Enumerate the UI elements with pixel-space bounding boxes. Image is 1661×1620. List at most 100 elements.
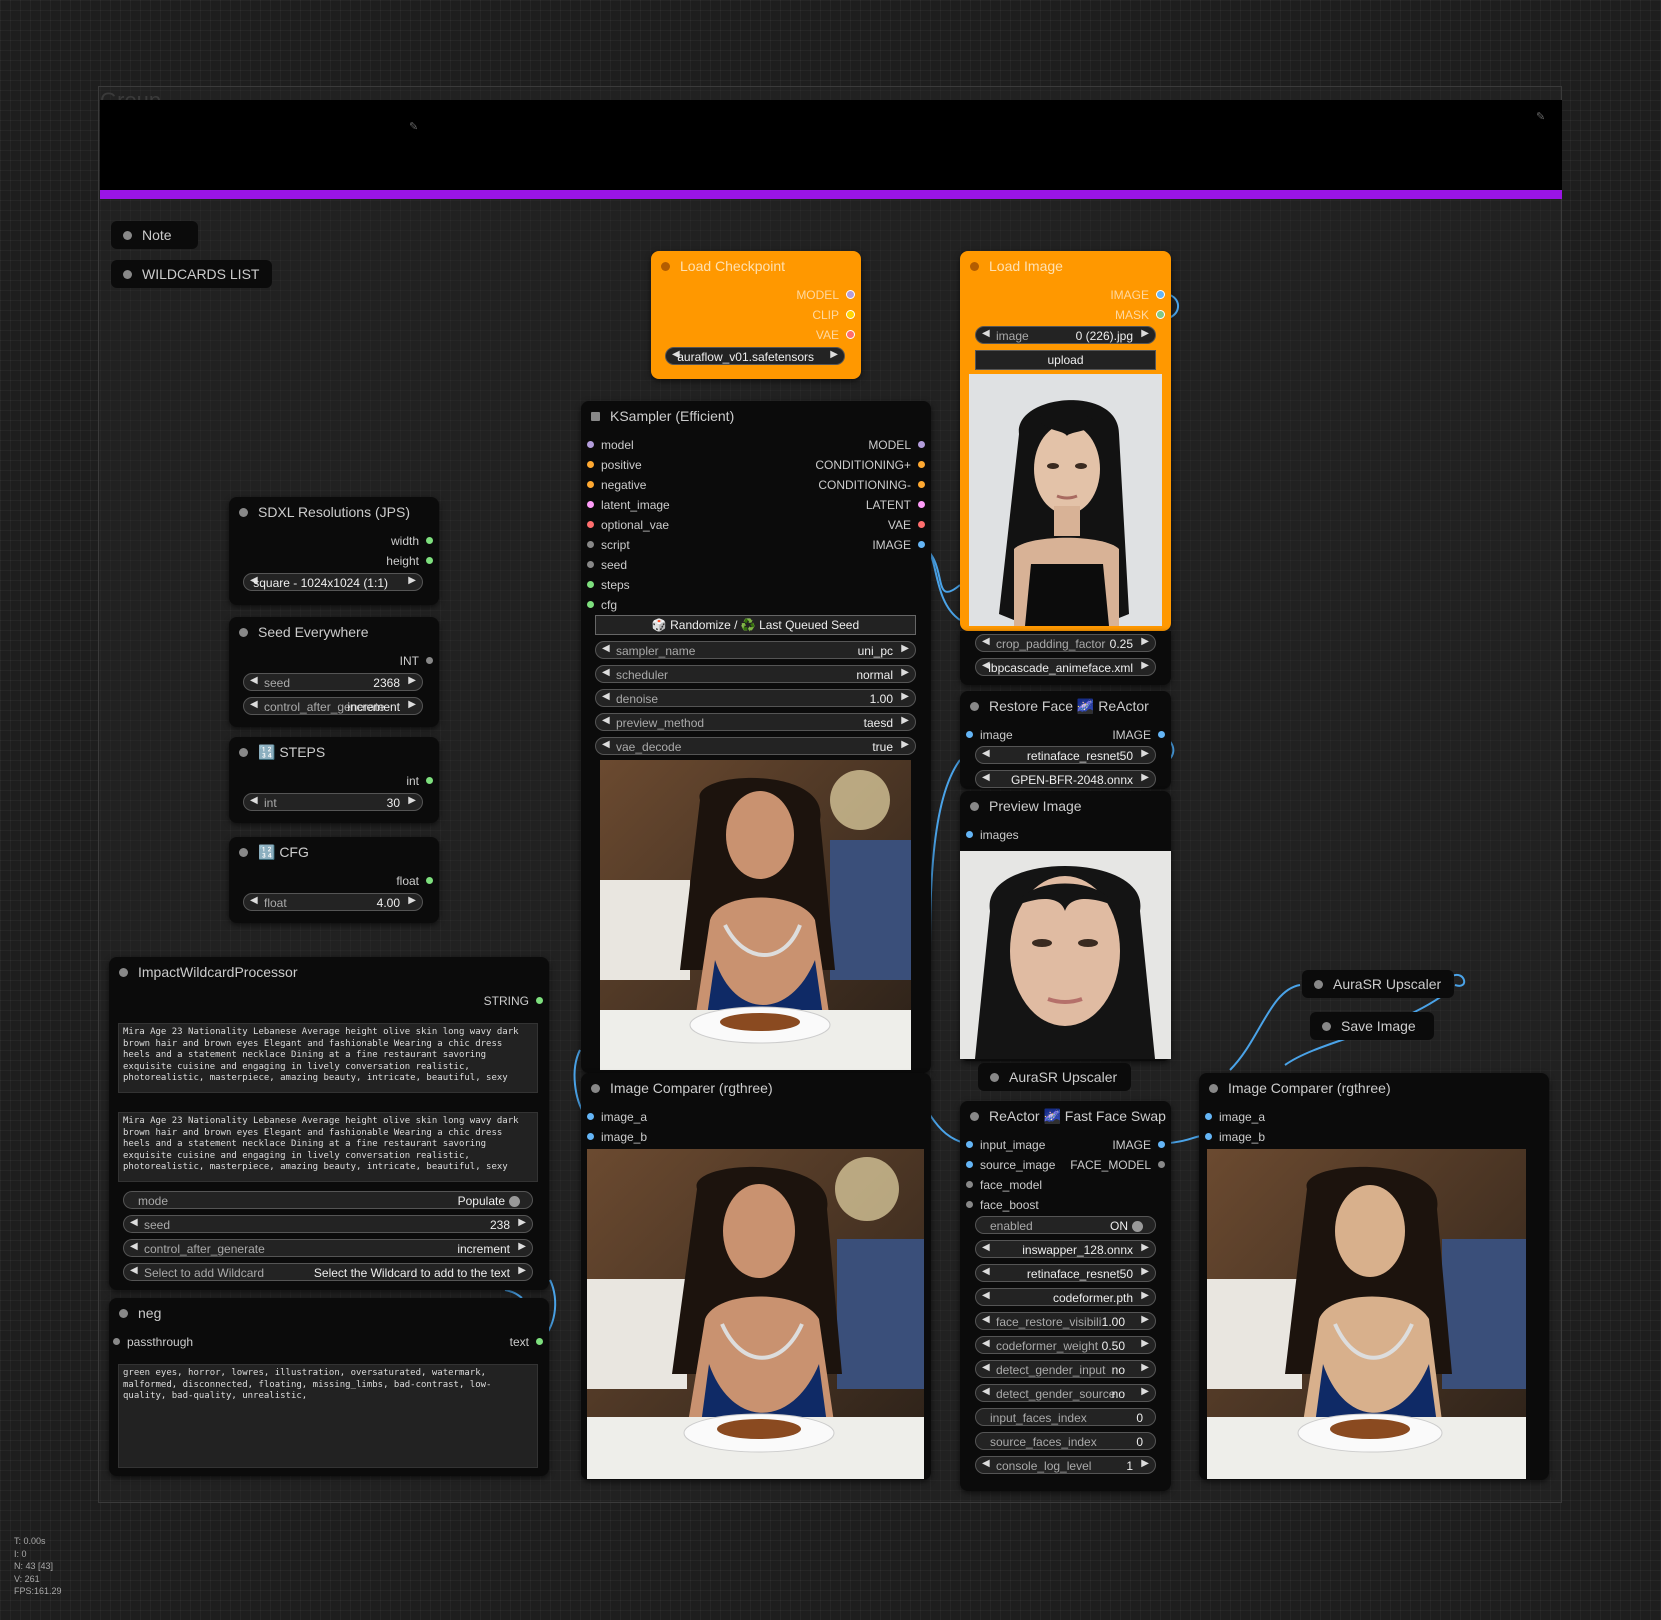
aurasr-upscaler-node[interactable]: AuraSR Upscaler: [978, 1063, 1131, 1091]
input-image-a[interactable]: image_a: [1205, 1110, 1265, 1124]
save-image-node[interactable]: Save Image: [1310, 1012, 1434, 1040]
input-seed[interactable]: seed: [587, 558, 627, 572]
wildcard-text-input[interactable]: Mira Age 23 Nationality Lebanese Average…: [118, 1023, 538, 1093]
enabled-toggle[interactable]: enabled ON: [975, 1216, 1156, 1234]
input-passthrough[interactable]: passthrough: [113, 1335, 193, 1349]
output-int[interactable]: int: [406, 774, 433, 788]
output-model[interactable]: MODEL: [868, 438, 925, 452]
output-text[interactable]: text: [510, 1335, 543, 1349]
comparer-right-image[interactable]: [1207, 1149, 1526, 1479]
output-float[interactable]: float: [396, 874, 433, 888]
output-height[interactable]: height: [386, 554, 433, 568]
facedetection-combo[interactable]: ◀ retinaface_resnet50 ▶: [975, 1264, 1156, 1282]
ksampler-node[interactable]: KSampler (Efficient) model positive nega…: [581, 401, 931, 1073]
restore-model-combo[interactable]: ◀ GPEN-BFR-2048.onnx ▶: [975, 770, 1156, 788]
output-latent[interactable]: LATENT: [866, 498, 925, 512]
collapse-dot[interactable]: [990, 1072, 999, 1082]
seed-everywhere-node[interactable]: Seed Everywhere INT ◀ seed 2368 ▶ ◀ control_…: [229, 617, 439, 727]
load-checkpoint-node[interactable]: Load Checkpoint MODEL CLIP VAE ◀ auraflow…: [651, 251, 861, 379]
cfg-node[interactable]: 🔢 CFG float ◀ float 4.00 ▶: [229, 837, 439, 923]
sdxl-resolutions-node[interactable]: SDXL Resolutions (JPS) width height ◀ squ…: [229, 497, 439, 605]
detect-gender-source-combo[interactable]: ◀ detect_gender_source no ▶: [975, 1384, 1156, 1402]
collapse-dot[interactable]: [123, 269, 132, 279]
seed-number[interactable]: ◀ seed 2368 ▶: [243, 673, 423, 691]
output-mask[interactable]: MASK: [1115, 308, 1165, 322]
cascade-xml-combo[interactable]: ◀ lbpcascade_animeface.xml ▶: [975, 658, 1156, 676]
collapse-dot[interactable]: [1322, 1021, 1331, 1031]
output-vae[interactable]: VAE: [816, 328, 855, 342]
scheduler-combo[interactable]: ◀ scheduler normal ▶: [595, 665, 916, 683]
seed-number[interactable]: ◀ seed 238 ▶: [123, 1215, 533, 1233]
output-conditioning-pos[interactable]: CONDITIONING+: [815, 458, 925, 472]
control-after-generate-combo[interactable]: ◀ control_after_generate increment ▶: [123, 1239, 533, 1257]
image-combo[interactable]: ◀ image 0 (226).jpg ▶: [975, 326, 1156, 344]
input-steps[interactable]: steps: [587, 578, 630, 592]
input-negative[interactable]: negative: [587, 478, 646, 492]
output-conditioning-neg[interactable]: CONDITIONING-: [818, 478, 925, 492]
input-image[interactable]: image: [966, 728, 1013, 742]
input-face-boost[interactable]: face_boost: [966, 1198, 1039, 1212]
output-image[interactable]: IMAGE: [1112, 1138, 1165, 1152]
aurasr-upscaler-node[interactable]: AuraSR Upscaler: [1302, 970, 1454, 998]
output-int[interactable]: INT: [400, 654, 433, 668]
denoise-number[interactable]: ◀ denoise 1.00 ▶: [595, 689, 916, 707]
crop-padding-factor[interactable]: ◀ crop_padding_factor 0.25 ▶: [975, 634, 1156, 652]
input-input-image[interactable]: input_image: [966, 1138, 1045, 1152]
output-string[interactable]: STRING: [484, 994, 543, 1008]
input-faces-index-field[interactable]: input_faces_index 0: [975, 1408, 1156, 1426]
load-image-node[interactable]: Load Image IMAGE MASK ◀ image 0 (226).jpg ▶…: [960, 251, 1171, 631]
output-clip[interactable]: CLIP: [812, 308, 855, 322]
input-optional-vae[interactable]: optional_vae: [587, 518, 669, 532]
input-image-b[interactable]: image_b: [587, 1130, 647, 1144]
facedetection-combo[interactable]: ◀ retinaface_resnet50 ▶: [975, 746, 1156, 764]
input-positive[interactable]: positive: [587, 458, 642, 472]
input-image-a[interactable]: image_a: [587, 1110, 647, 1124]
input-cfg[interactable]: cfg: [587, 598, 617, 612]
swap-model-combo[interactable]: ◀ inswapper_128.onnx ▶: [975, 1240, 1156, 1258]
randomize-seed-button[interactable]: 🎲 Randomize / ♻️ Last Queued Seed: [595, 615, 916, 635]
steps-node[interactable]: 🔢 STEPS int ◀ int 30 ▶: [229, 737, 439, 823]
resolution-combo[interactable]: ◀ square - 1024x1024 (1:1) ▶: [243, 573, 423, 591]
preview-method-combo[interactable]: ◀ preview_method taesd ▶: [595, 713, 916, 731]
negative-text-input[interactable]: green eyes, horror, lowres, illustration…: [118, 1364, 538, 1468]
output-width[interactable]: width: [391, 534, 433, 548]
ckpt-name-combo[interactable]: ◀ auraflow_v01.safetensors ▶: [665, 347, 845, 365]
output-image[interactable]: IMAGE: [1112, 728, 1165, 742]
input-source-image[interactable]: source_image: [966, 1158, 1055, 1172]
control-after-generate-combo[interactable]: ◀ control_after_generate increment ▶: [243, 697, 423, 715]
output-image[interactable]: IMAGE: [1110, 288, 1165, 302]
detect-gender-input-combo[interactable]: ◀ detect_gender_input no ▶: [975, 1360, 1156, 1378]
input-script[interactable]: script: [587, 538, 630, 552]
face-restore-model-combo[interactable]: ◀ codeformer.pth ▶: [975, 1288, 1156, 1306]
collapse-dot[interactable]: [123, 230, 132, 240]
input-images[interactable]: images: [966, 828, 1019, 842]
impact-wildcard-processor-node[interactable]: ImpactWildcardProcessor STRING Mira Age …: [109, 957, 549, 1290]
image-comparer-right-node[interactable]: Image Comparer (rgthree) image_a image_b: [1199, 1073, 1549, 1480]
comparer-left-image[interactable]: [587, 1149, 924, 1479]
note-node[interactable]: Note: [111, 221, 198, 249]
image-comparer-left-node[interactable]: Image Comparer (rgthree) image_a image_b: [581, 1073, 931, 1480]
mode-toggle[interactable]: mode Populate: [123, 1191, 533, 1209]
upload-button[interactable]: upload: [975, 350, 1156, 370]
input-model[interactable]: model: [587, 438, 634, 452]
cfg-number[interactable]: ◀ float 4.00 ▶: [243, 893, 423, 911]
reactor-fast-face-swap-node[interactable]: ReActor 🌌 Fast Face Swap input_image sou…: [960, 1101, 1171, 1491]
vae-decode-combo[interactable]: ◀ vae_decode true ▶: [595, 737, 916, 755]
face-restore-visibility-number[interactable]: ◀ face_restore_visibility 1.00 ▶: [975, 1312, 1156, 1330]
sampler-name-combo[interactable]: ◀ sampler_name uni_pc ▶: [595, 641, 916, 659]
select-wildcard-combo[interactable]: ◀ Select to add Wildcard Select the Wildca…: [123, 1263, 533, 1281]
input-face-model[interactable]: face_model: [966, 1178, 1042, 1192]
steps-number[interactable]: ◀ int 30 ▶: [243, 793, 423, 811]
output-vae[interactable]: VAE: [888, 518, 925, 532]
codeformer-weight-number[interactable]: ◀ codeformer_weight 0.50 ▶: [975, 1336, 1156, 1354]
source-faces-index-field[interactable]: source_faces_index 0: [975, 1432, 1156, 1450]
console-log-level-combo[interactable]: ◀ console_log_level 1 ▶: [975, 1456, 1156, 1474]
input-latent-image[interactable]: latent_image: [587, 498, 670, 512]
output-model[interactable]: MODEL: [796, 288, 855, 302]
preview-image-node[interactable]: Preview Image images: [960, 791, 1171, 1061]
neg-prompt-node[interactable]: neg passthrough text green eyes, horror,…: [109, 1298, 549, 1476]
input-image-b[interactable]: image_b: [1205, 1130, 1265, 1144]
collapse-dot[interactable]: [1314, 979, 1323, 989]
wildcards-list-node[interactable]: WILDCARDS LIST: [111, 260, 272, 288]
output-image[interactable]: IMAGE: [872, 538, 925, 552]
